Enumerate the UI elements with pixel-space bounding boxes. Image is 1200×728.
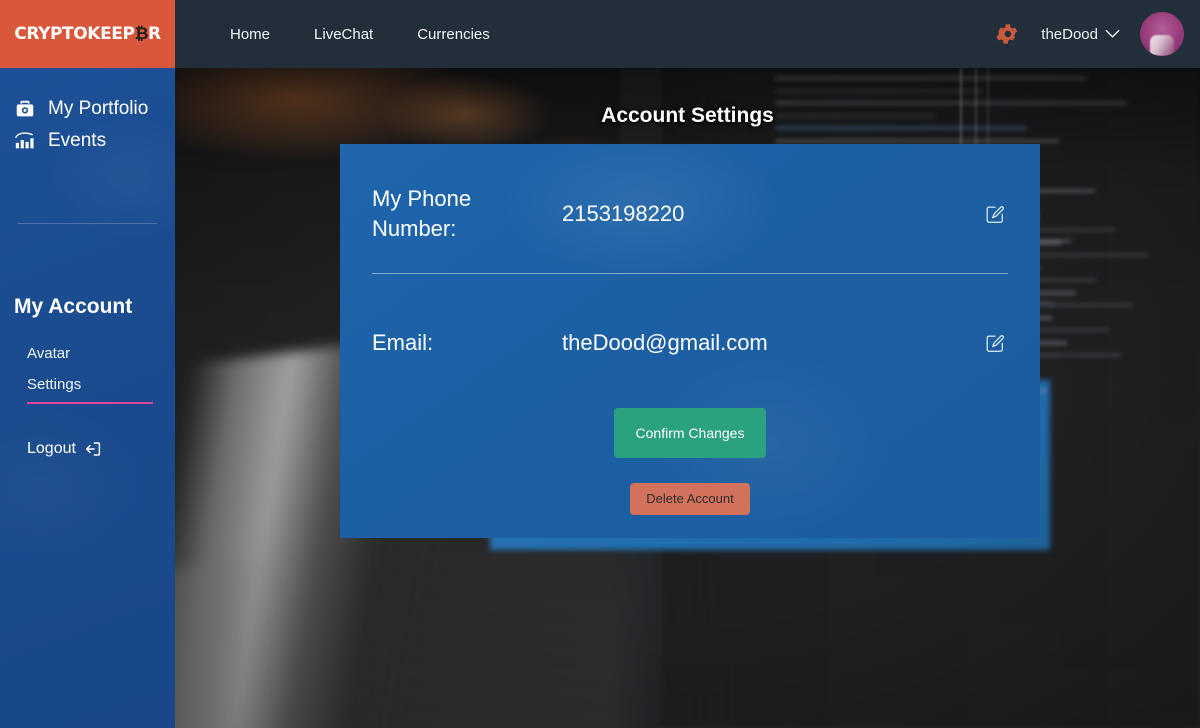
chevron-down-icon bbox=[1105, 29, 1120, 38]
page-title: Account Settings bbox=[601, 104, 774, 127]
user-menu-button[interactable]: theDood bbox=[1041, 26, 1120, 43]
email-label: Email: bbox=[372, 330, 434, 356]
delete-account-button[interactable]: Delete Account bbox=[630, 483, 750, 515]
sidebar: My Portfolio Events My Account Avatar Se… bbox=[0, 68, 175, 728]
main-content: Account Settings My Phone Number: 215319… bbox=[175, 68, 1200, 728]
setting-row-phone: My Phone Number: 2153198220 bbox=[340, 177, 1040, 251]
logout-button[interactable]: Logout bbox=[0, 440, 175, 458]
brand-logo-text-before: CRYPTOKEEP bbox=[14, 24, 135, 44]
sidebar-item-label-events: Events bbox=[48, 130, 107, 151]
logout-label: Logout bbox=[27, 440, 76, 457]
phone-label: My Phone Number: bbox=[372, 186, 472, 241]
card-divider bbox=[372, 273, 1008, 274]
sidebar-divider bbox=[18, 223, 157, 224]
sidebar-item-label-my-portfolio: My Portfolio bbox=[48, 98, 149, 119]
nav-item-livechat[interactable]: LiveChat bbox=[292, 26, 395, 43]
primary-nav: Home LiveChat Currencies bbox=[208, 26, 512, 43]
user-menu-label: theDood bbox=[1041, 25, 1098, 43]
top-right-controls: theDood bbox=[987, 12, 1200, 56]
avatar-body bbox=[1150, 35, 1174, 56]
sidebar-item-events[interactable]: Events bbox=[0, 124, 175, 158]
bar-chart-icon bbox=[15, 132, 34, 149]
sidebar-item-settings[interactable]: Settings bbox=[0, 376, 81, 398]
account-settings-card: My Phone Number: 2153198220 Email: theDo… bbox=[340, 144, 1040, 538]
edit-pencil-icon bbox=[986, 335, 1005, 352]
bitcoin-icon: ₿ bbox=[134, 24, 149, 44]
brand-logo[interactable]: CRYPTOKEEP₿R bbox=[0, 0, 175, 68]
phone-value: 2153198220 bbox=[562, 201, 685, 226]
edit-phone-button[interactable] bbox=[982, 201, 1008, 227]
sidebar-item-my-portfolio[interactable]: My Portfolio bbox=[0, 68, 175, 119]
edit-email-button[interactable] bbox=[982, 330, 1008, 356]
nav-item-currencies[interactable]: Currencies bbox=[395, 26, 512, 43]
brand-logo-text: CRYPTOKEEP₿R bbox=[14, 24, 161, 44]
confirm-changes-button[interactable]: Confirm Changes bbox=[613, 408, 767, 458]
setting-row-email: Email: theDood@gmail.com bbox=[340, 325, 1040, 361]
gear-icon bbox=[996, 24, 1018, 44]
brand-logo-text-after: R bbox=[148, 24, 161, 44]
avatar[interactable] bbox=[1140, 12, 1184, 56]
sidebar-item-avatar[interactable]: Avatar bbox=[0, 345, 175, 362]
app-root: CRYPTOKEEP₿R Home LiveChat Currencies th… bbox=[0, 0, 1200, 728]
nav-item-home[interactable]: Home bbox=[208, 26, 292, 43]
sign-out-icon bbox=[85, 442, 101, 456]
sidebar-account-heading: My Account bbox=[14, 295, 133, 318]
settings-gear-button[interactable] bbox=[987, 14, 1027, 54]
briefcase-icon bbox=[16, 100, 34, 117]
email-value: theDood@gmail.com bbox=[562, 330, 768, 355]
edit-pencil-icon bbox=[986, 206, 1005, 223]
sidebar-active-underline bbox=[27, 402, 153, 404]
top-navigation-bar: CRYPTOKEEP₿R Home LiveChat Currencies th… bbox=[0, 0, 1200, 68]
card-actions: Confirm Changes Delete Account bbox=[340, 361, 1040, 515]
